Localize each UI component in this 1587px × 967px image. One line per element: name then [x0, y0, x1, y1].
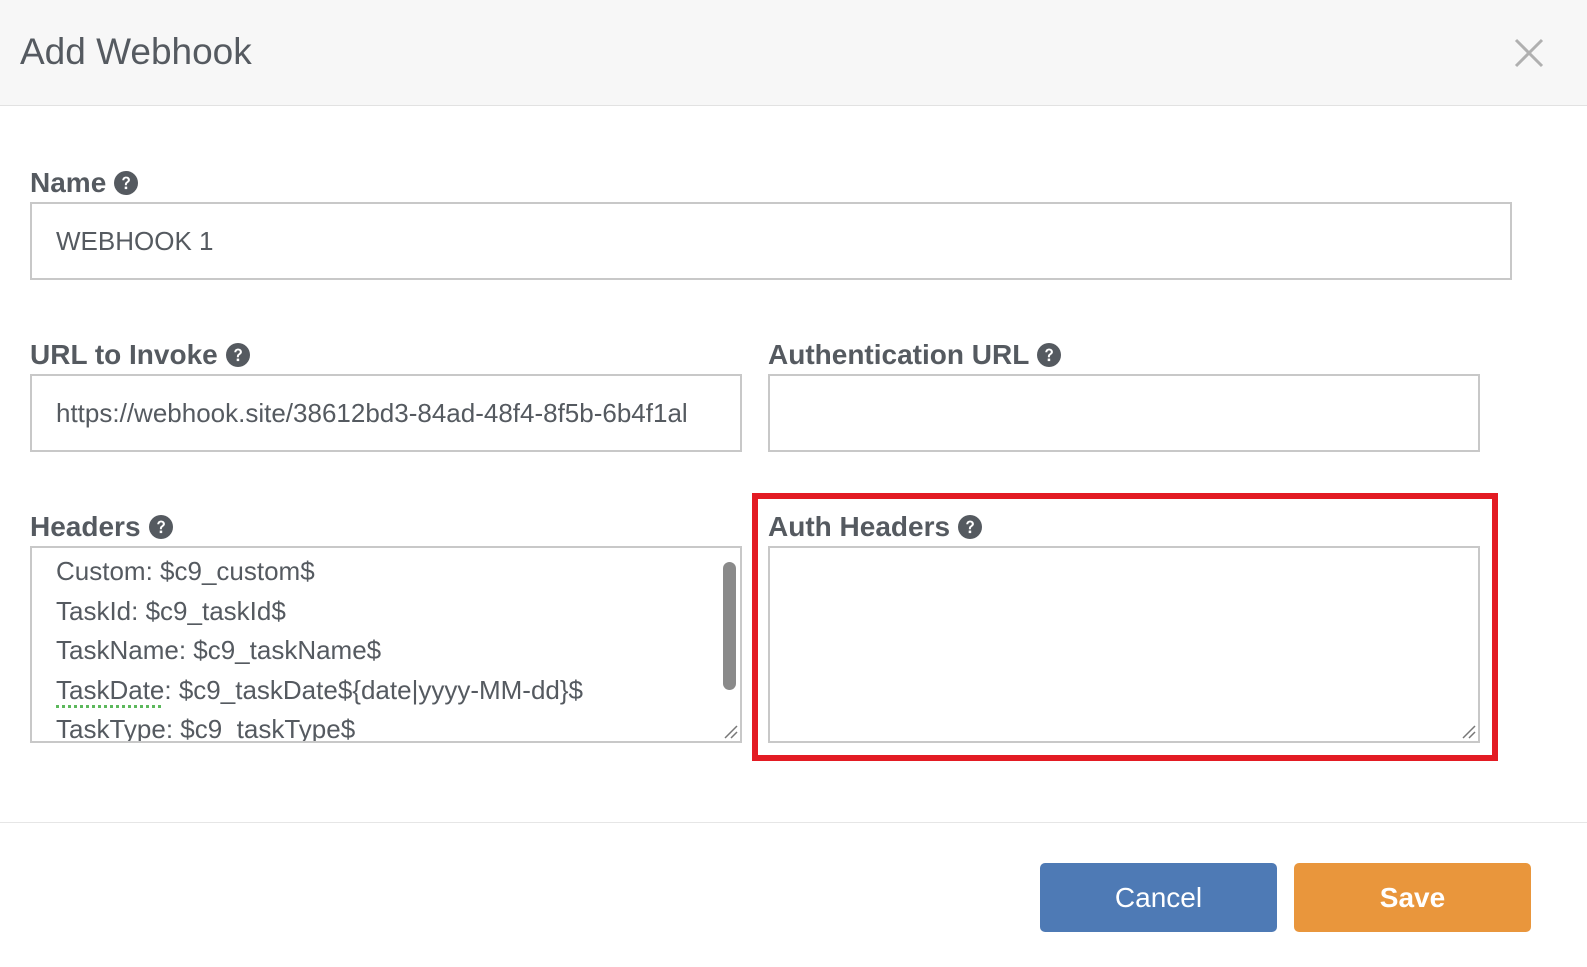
authentication-url-label: Authentication URL — [768, 338, 1062, 372]
name-label-text: Name — [30, 167, 107, 198]
footer-divider — [0, 822, 1587, 823]
headers-line: TaskDate: $c9_taskDate${date|yyyy-MM-dd}… — [56, 671, 700, 711]
headers-label-text: Headers — [30, 511, 141, 542]
headers-textarea[interactable]: Custom: $c9_custom$ TaskId: $c9_taskId$ … — [30, 546, 742, 743]
name-input[interactable] — [30, 202, 1512, 280]
headers-textarea-content: Custom: $c9_custom$ TaskId: $c9_taskId$ … — [56, 552, 700, 743]
headers-line: TaskType: $c9_taskType$ — [56, 714, 356, 743]
headers-line: TaskName: $c9_taskName$ — [56, 635, 382, 665]
question-circle-icon[interactable] — [148, 515, 173, 539]
url-to-invoke-label: URL to Invoke — [30, 338, 250, 372]
name-label: Name — [30, 166, 139, 200]
authentication-url-label-text: Authentication URL — [768, 339, 1030, 370]
headers-line-rest: : $c9_taskDate${date|yyyy-MM-dd}$ — [164, 674, 584, 705]
authentication-url-input[interactable] — [768, 374, 1480, 452]
dialog-header: Add Webhook — [0, 0, 1587, 106]
url-to-invoke-input[interactable] — [30, 374, 742, 452]
spellcheck-word: TaskDate — [56, 674, 165, 705]
close-icon[interactable] — [1512, 36, 1546, 70]
headers-line: TaskId: $c9_taskId$ — [56, 595, 286, 626]
resize-handle-icon[interactable] — [722, 723, 738, 739]
highlight-box — [752, 493, 1498, 761]
question-circle-icon[interactable] — [225, 343, 250, 367]
headers-scrollbar[interactable] — [723, 562, 736, 690]
headers-label: Headers — [30, 510, 173, 544]
save-button[interactable]: Save — [1294, 863, 1531, 932]
dialog-title: Add Webhook — [20, 31, 252, 72]
headers-line: Custom: $c9_custom$ — [56, 556, 315, 586]
url-to-invoke-label-text: URL to Invoke — [30, 339, 218, 370]
question-circle-icon[interactable] — [1037, 343, 1062, 367]
cancel-button[interactable]: Cancel — [1040, 863, 1277, 932]
question-circle-icon[interactable] — [114, 171, 139, 195]
